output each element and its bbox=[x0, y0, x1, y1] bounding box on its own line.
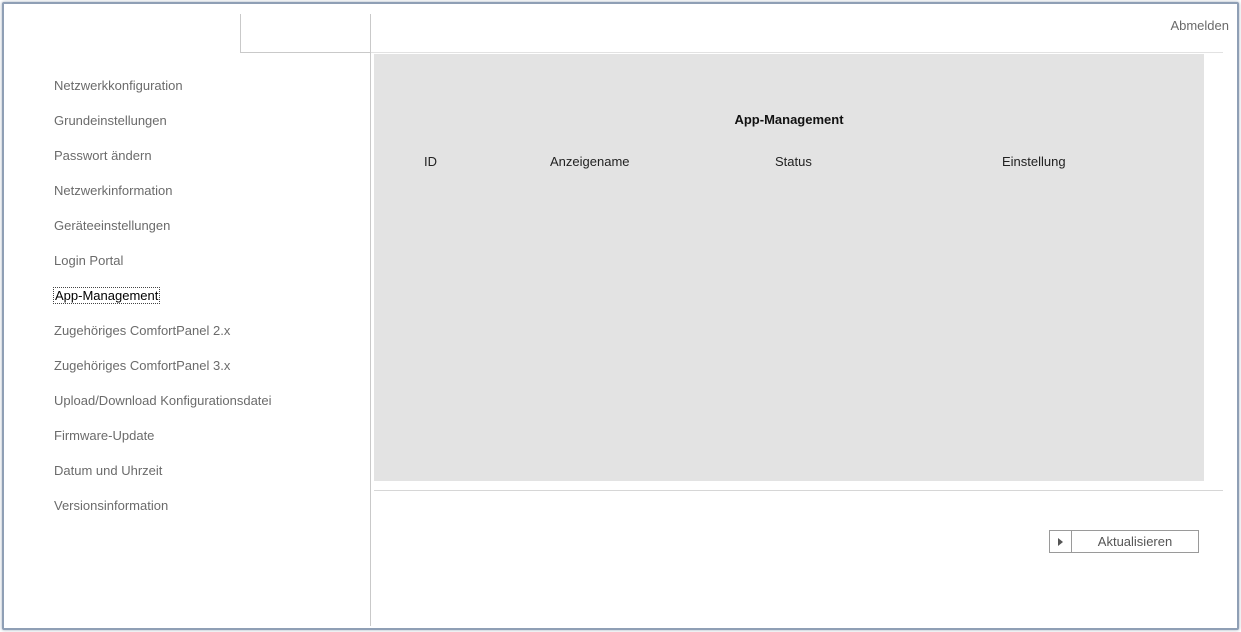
app-management-panel: App-Management ID Anzeigename Status Ein… bbox=[374, 54, 1204, 481]
panel-title: App-Management bbox=[734, 112, 844, 127]
sidebar-item-grundeinstellungen[interactable]: Grundeinstellungen bbox=[54, 111, 354, 146]
sidebar-item-label: Login Portal bbox=[54, 253, 124, 268]
table-header-id: ID bbox=[424, 154, 437, 169]
sidebar-item-geraeteeinstellungen[interactable]: Geräteeinstellungen bbox=[54, 216, 354, 251]
sidebar-item-label: Versionsinformation bbox=[54, 498, 169, 513]
sidebar-divider bbox=[370, 14, 371, 626]
sidebar-item-comfortpanel-2x[interactable]: Zugehöriges ComfortPanel 2.x bbox=[54, 321, 354, 356]
sidebar-nav: Netzwerkkonfiguration Grundeinstellungen… bbox=[52, 76, 354, 531]
sidebar-item-app-management[interactable]: App-Management bbox=[52, 286, 354, 321]
sidebar-item-label: Netzwerkkonfiguration bbox=[54, 78, 183, 93]
sidebar-item-label: Grundeinstellungen bbox=[54, 113, 167, 128]
footer-divider bbox=[374, 490, 1223, 491]
sidebar-item-label: Zugehöriges ComfortPanel 3.x bbox=[54, 358, 231, 373]
sidebar-item-upload-download[interactable]: Upload/Download Konfigurationsdatei bbox=[54, 391, 354, 426]
refresh-button-label: Aktualisieren bbox=[1097, 534, 1173, 549]
sidebar-item-label: Zugehöriges ComfortPanel 2.x bbox=[54, 323, 231, 338]
header-divider bbox=[371, 52, 1223, 53]
logout-link[interactable]: Abmelden bbox=[1170, 18, 1229, 33]
sidebar-item-label: Netzwerkinformation bbox=[54, 183, 173, 198]
sidebar-item-label: Passwort ändern bbox=[54, 148, 152, 163]
header-tab-corner bbox=[240, 14, 370, 53]
sidebar-item-firmware-update[interactable]: Firmware-Update bbox=[54, 426, 354, 461]
sidebar-item-comfortpanel-3x[interactable]: Zugehöriges ComfortPanel 3.x bbox=[54, 356, 354, 391]
sidebar-item-label: Firmware-Update bbox=[54, 428, 155, 443]
play-arrow-icon bbox=[1050, 531, 1072, 552]
table-header-einstellung: Einstellung bbox=[1002, 154, 1066, 169]
sidebar-item-label: App-Management bbox=[52, 287, 161, 304]
sidebar-item-versionsinformation[interactable]: Versionsinformation bbox=[54, 496, 354, 531]
sidebar-item-netzwerkinformation[interactable]: Netzwerkinformation bbox=[54, 181, 354, 216]
sidebar-item-label: Upload/Download Konfigurationsdatei bbox=[54, 393, 272, 408]
table-header-status: Status bbox=[775, 154, 812, 169]
sidebar-item-datum-uhrzeit[interactable]: Datum und Uhrzeit bbox=[54, 461, 354, 496]
sidebar-item-login-portal[interactable]: Login Portal bbox=[54, 251, 354, 286]
refresh-button[interactable]: Aktualisieren bbox=[1049, 530, 1199, 553]
sidebar-item-passwort-aendern[interactable]: Passwort ändern bbox=[54, 146, 354, 181]
table-header-anzeigename: Anzeigename bbox=[550, 154, 630, 169]
sidebar-item-netzwerkkonfiguration[interactable]: Netzwerkkonfiguration bbox=[54, 76, 354, 111]
sidebar-item-label: Geräteeinstellungen bbox=[54, 218, 171, 233]
sidebar-item-label: Datum und Uhrzeit bbox=[54, 463, 163, 478]
app-window: Abmelden Netzwerkkonfiguration Grundeins… bbox=[2, 2, 1239, 630]
